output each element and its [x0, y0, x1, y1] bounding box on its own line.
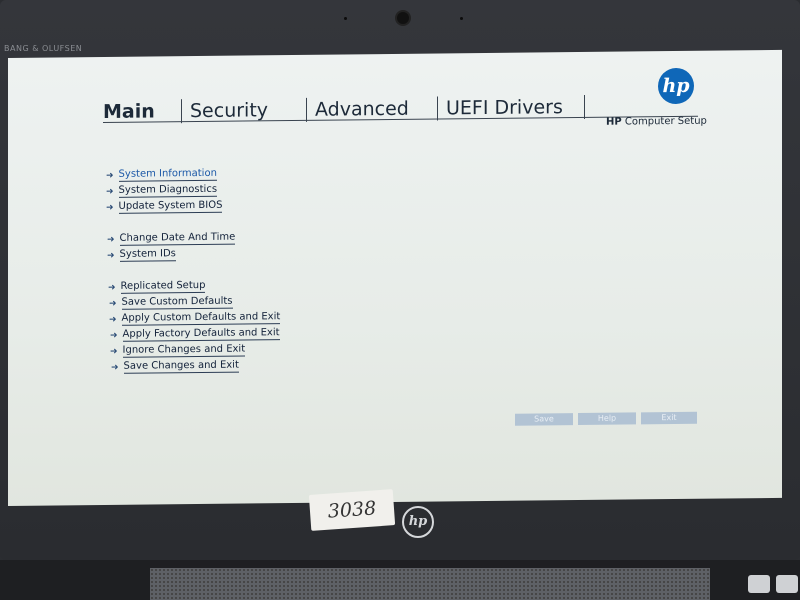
bios-screen: Main Security Advanced UEFI Drivers hp H…: [8, 49, 782, 506]
save-button[interactable]: Save: [515, 413, 573, 426]
menu-item-save-custom-defaults[interactable]: ➜ Save Custom Defaults: [109, 295, 233, 310]
menu-item-apply-custom-defaults[interactable]: ➜ Apply Custom Defaults and Exit: [109, 311, 281, 326]
webcam-icon: [397, 12, 409, 24]
bezel-hp-logo-icon: hp: [402, 506, 434, 538]
arrow-right-icon: ➜: [107, 234, 115, 245]
arrow-right-icon: ➜: [107, 250, 115, 261]
arrow-right-icon: ➜: [109, 298, 117, 309]
bezel-brand-text: BANG & OLUFSEN: [4, 44, 83, 53]
menu-item-system-ids[interactable]: ➜ System IDs: [107, 248, 176, 262]
hp-logo-icon: hp: [658, 67, 694, 105]
arrow-right-icon: ➜: [108, 282, 116, 293]
sensor-dot: [344, 17, 347, 20]
sensor-dot: [460, 17, 463, 20]
arrow-right-icon: ➜: [111, 362, 119, 373]
menu-item-ignore-changes-and-exit[interactable]: ➜ Ignore Changes and Exit: [110, 343, 246, 358]
tab-main[interactable]: Main: [103, 99, 182, 125]
menu-item-apply-factory-defaults[interactable]: ➜ Apply Factory Defaults and Exit: [110, 327, 280, 342]
menu-item-update-system-bios[interactable]: ➜ Update System BIOS: [106, 199, 223, 214]
menu-item-replicated-setup[interactable]: ➜ Replicated Setup: [108, 279, 206, 294]
menu-item-save-changes-and-exit[interactable]: ➜ Save Changes and Exit: [111, 359, 239, 374]
menu-item-system-diagnostics[interactable]: ➜ System Diagnostics: [106, 183, 218, 198]
laptop-bezel: BANG & OLUFSEN Main Security Advanced UE…: [0, 0, 800, 560]
speaker-grille: [150, 568, 710, 600]
arrow-right-icon: ➜: [109, 314, 117, 325]
exit-button[interactable]: Exit: [641, 411, 697, 425]
computer-setup-label: HP Computer Setup: [606, 115, 707, 128]
arrow-right-icon: ➜: [106, 170, 114, 181]
menu-item-system-information[interactable]: ➜ System Information: [106, 167, 217, 182]
arrow-right-icon: ➜: [106, 202, 114, 213]
keyboard-key: [776, 575, 798, 593]
asset-sticker: 3038: [308, 489, 396, 531]
arrow-right-icon: ➜: [106, 186, 114, 197]
arrow-right-icon: ➜: [110, 346, 118, 357]
help-button[interactable]: Help: [578, 412, 636, 426]
keyboard-key: [748, 575, 770, 593]
menu-item-change-date-and-time[interactable]: ➜ Change Date And Time: [107, 231, 236, 246]
arrow-right-icon: ➜: [110, 330, 118, 341]
